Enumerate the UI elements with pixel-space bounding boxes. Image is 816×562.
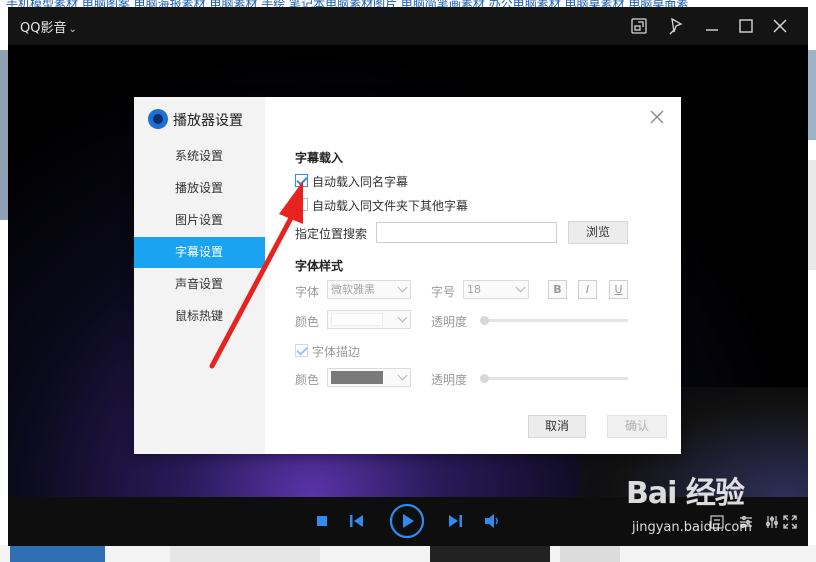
outline-color-label: 颜色 — [295, 373, 320, 387]
baidu-watermark: Bai 经验 jingyan.baidu.com — [626, 468, 816, 548]
cancel-button[interactable]: 取消 — [528, 415, 586, 438]
auto-load-same-name-checkbox[interactable] — [295, 174, 308, 187]
font-size-value: 18 — [467, 283, 481, 296]
title-bar: QQ影音 ⌄ — [8, 7, 808, 45]
chevron-down-icon — [397, 370, 408, 381]
auto-load-folder-checkbox[interactable] — [295, 198, 308, 211]
app-title: QQ影音 — [20, 21, 67, 36]
font-opacity-slider[interactable] — [480, 316, 628, 325]
previous-icon[interactable] — [350, 515, 364, 527]
volume-icon[interactable] — [485, 514, 501, 528]
font-opacity-label: 透明度 — [431, 315, 468, 329]
minimize-icon[interactable] — [701, 15, 723, 37]
nav-playback-settings[interactable]: 播放设置 — [134, 173, 265, 204]
search-location-input[interactable] — [376, 222, 557, 243]
font-label: 字体 — [295, 285, 320, 299]
font-color-swatch — [331, 313, 383, 326]
dialog-title: 播放器设置 — [173, 113, 243, 129]
browse-button[interactable]: 浏览 — [568, 221, 628, 244]
chevron-down-icon — [397, 312, 408, 323]
nav-audio-settings[interactable]: 声音设置 — [134, 269, 265, 300]
background-thumbnail-right-2 — [808, 160, 816, 270]
qq-player-logo-icon — [148, 109, 168, 129]
app-menu-button[interactable]: QQ影音 ⌄ — [20, 17, 77, 36]
maximize-icon[interactable] — [735, 15, 757, 37]
slider-knob[interactable] — [480, 316, 489, 325]
settings-sidebar: 播放器设置 系统设置 播放设置 图片设置 字幕设置 声音设置 鼠标热键 — [134, 97, 265, 454]
close-icon[interactable] — [769, 15, 791, 37]
font-size-label: 字号 — [431, 285, 456, 299]
subtitle-load-heading: 字幕载入 — [295, 151, 344, 165]
font-color-select[interactable] — [327, 310, 411, 329]
next-icon[interactable] — [448, 515, 462, 527]
outline-opacity-label: 透明度 — [431, 373, 468, 387]
nav-mouse-hotkeys[interactable]: 鼠标热键 — [134, 301, 265, 332]
stop-icon[interactable] — [317, 516, 328, 527]
font-style-heading: 字体样式 — [295, 259, 344, 273]
nav-subtitle-settings[interactable]: 字幕设置 — [134, 237, 265, 268]
font-outline-label: 字体描边 — [312, 345, 361, 359]
slider-knob[interactable] — [480, 374, 489, 383]
outline-color-swatch — [331, 371, 383, 384]
chevron-down-icon — [397, 282, 408, 293]
background-thumbnail-right — [808, 50, 816, 140]
background-thumbnail-left — [0, 50, 8, 220]
font-select[interactable]: 微软雅黑 — [327, 280, 411, 299]
italic-button[interactable]: I — [578, 280, 597, 299]
font-select-value: 微软雅黑 — [331, 283, 375, 296]
outline-color-select[interactable] — [327, 368, 411, 387]
search-location-label: 指定位置搜索 — [295, 227, 368, 241]
chevron-down-icon: ⌄ — [68, 24, 77, 35]
bold-button[interactable]: B — [548, 280, 567, 299]
nav-system-settings[interactable]: 系统设置 — [134, 141, 265, 172]
font-outline-checkbox[interactable] — [295, 344, 308, 357]
auto-load-same-name-label: 自动载入同名字幕 — [312, 175, 409, 189]
chevron-down-icon — [515, 282, 526, 293]
confirm-button[interactable]: 确认 — [607, 415, 667, 438]
dialog-close-icon[interactable] — [649, 109, 665, 125]
auto-load-folder-label: 自动载入同文件夹下其他字幕 — [312, 199, 469, 213]
player-settings-dialog: 播放器设置 系统设置 播放设置 图片设置 字幕设置 声音设置 鼠标热键 字幕载入… — [134, 97, 681, 454]
font-size-select[interactable]: 18 — [463, 280, 529, 299]
watermark-site: jingyan.baidu.com — [632, 520, 752, 535]
watermark-brand: Bai 经验 — [626, 476, 745, 511]
underline-button[interactable]: U — [609, 280, 628, 299]
outline-opacity-slider[interactable] — [480, 374, 628, 383]
play-button[interactable] — [389, 503, 425, 539]
pin-icon[interactable] — [665, 15, 687, 37]
nav-image-settings[interactable]: 图片设置 — [134, 205, 265, 236]
font-color-label: 颜色 — [295, 315, 320, 329]
pip-icon[interactable] — [628, 15, 650, 37]
